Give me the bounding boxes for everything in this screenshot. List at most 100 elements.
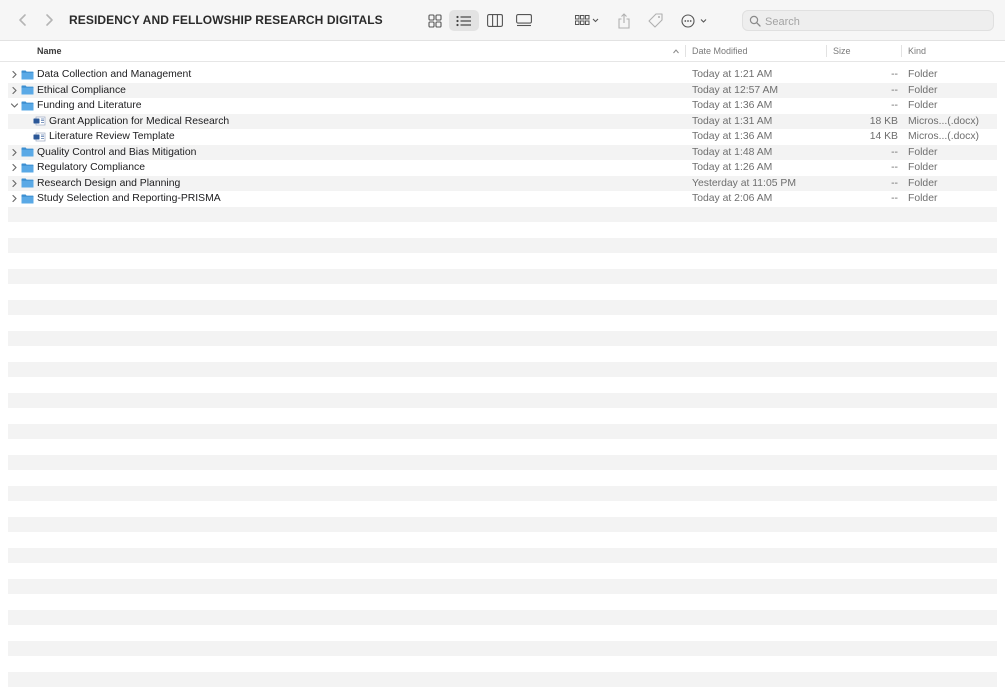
toolbar: RESIDENCY AND FELLOWSHIP RESEARCH DIGITA… bbox=[0, 0, 1005, 41]
column-view-button[interactable] bbox=[482, 10, 508, 31]
word-document-icon bbox=[33, 116, 46, 126]
empty-row bbox=[8, 671, 997, 687]
date-modified: Today at 12:57 AM bbox=[692, 84, 779, 96]
file-row[interactable]: Grant Application for Medical Research To… bbox=[8, 113, 997, 129]
file-size: -- bbox=[891, 193, 898, 204]
file-size: 14 KB bbox=[869, 131, 898, 142]
tag-button[interactable] bbox=[644, 10, 666, 31]
column-date-header[interactable]: Date Modified bbox=[692, 41, 748, 61]
folder-icon bbox=[21, 178, 34, 188]
search-icon bbox=[749, 15, 761, 27]
date-modified: Today at 1:36 AM bbox=[692, 100, 773, 111]
empty-row bbox=[8, 377, 997, 393]
window-title: RESIDENCY AND FELLOWSHIP RESEARCH DIGITA… bbox=[69, 13, 383, 27]
folder-icon bbox=[21, 70, 34, 79]
group-by-button[interactable] bbox=[571, 10, 603, 31]
disclosure-right-icon[interactable] bbox=[10, 148, 19, 157]
empty-row bbox=[8, 423, 997, 439]
folder-row[interactable]: Study Selection and Reporting-PRISMA Toda… bbox=[8, 191, 997, 207]
list-view-button[interactable] bbox=[449, 10, 479, 31]
column-view-icon bbox=[487, 14, 503, 27]
file-size: -- bbox=[891, 146, 898, 158]
empty-row bbox=[8, 206, 997, 222]
disclosure-right-icon[interactable] bbox=[10, 163, 19, 172]
empty-row bbox=[8, 485, 997, 501]
chevron-right-icon bbox=[46, 14, 53, 26]
file-row[interactable]: Literature Review Template Today at 1:36 … bbox=[8, 129, 997, 145]
file-kind: Folder bbox=[908, 193, 938, 204]
file-size: -- bbox=[891, 162, 898, 173]
column-kind-header[interactable]: Kind bbox=[908, 41, 926, 61]
disclosure-right-icon[interactable] bbox=[10, 70, 19, 79]
date-modified: Today at 1:26 AM bbox=[692, 162, 773, 173]
empty-row bbox=[8, 578, 997, 594]
file-size: -- bbox=[891, 84, 898, 96]
empty-row bbox=[8, 640, 997, 656]
disclosure-right-icon[interactable] bbox=[10, 194, 19, 203]
empty-row bbox=[8, 501, 997, 517]
file-name: Funding and Literature bbox=[37, 100, 142, 111]
disclosure-down-icon[interactable] bbox=[10, 101, 19, 110]
folder-row[interactable]: Quality Control and Bias Mitigation Today… bbox=[8, 144, 997, 160]
column-divider[interactable] bbox=[685, 45, 686, 57]
folder-icon bbox=[21, 101, 34, 110]
search-field[interactable] bbox=[742, 10, 994, 31]
file-name: Ethical Compliance bbox=[37, 84, 126, 96]
empty-row bbox=[8, 516, 997, 532]
folder-row[interactable]: Ethical Compliance Today at 12:57 AM -- Fol… bbox=[8, 82, 997, 98]
folder-row[interactable]: Data Collection and Management Today at 1… bbox=[8, 67, 997, 83]
file-kind: Micros...(.docx) bbox=[908, 131, 980, 142]
list-view-icon bbox=[456, 15, 471, 26]
empty-row bbox=[8, 315, 997, 331]
share-icon bbox=[618, 12, 630, 29]
column-divider[interactable] bbox=[826, 45, 827, 57]
date-modified: Today at 1:36 AM bbox=[692, 131, 773, 142]
disclosure-right-icon[interactable] bbox=[10, 86, 19, 95]
folder-row[interactable]: Funding and Literature Today at 1:36 AM --… bbox=[8, 98, 997, 114]
empty-row bbox=[8, 361, 997, 377]
forward-button[interactable] bbox=[40, 11, 58, 29]
file-list: Data Collection and Management Today at 1… bbox=[8, 67, 997, 687]
file-name: Literature Review Template bbox=[49, 131, 175, 142]
gallery-view-button[interactable] bbox=[511, 10, 537, 31]
empty-row bbox=[8, 268, 997, 284]
tag-icon bbox=[647, 13, 663, 28]
folder-row[interactable]: Regulatory Compliance Today at 1:26 AM -- F… bbox=[8, 160, 997, 176]
empty-row bbox=[8, 439, 997, 455]
column-size-header[interactable]: Size bbox=[833, 41, 851, 61]
column-header: Name Date Modified Size Kind bbox=[0, 41, 1005, 62]
empty-row bbox=[8, 284, 997, 300]
sort-ascending-icon bbox=[672, 41, 680, 61]
empty-row bbox=[8, 594, 997, 610]
grid-view-icon bbox=[428, 13, 442, 28]
date-modified: Today at 1:21 AM bbox=[692, 69, 773, 80]
folder-row[interactable]: Research Design and Planning Yesterday at… bbox=[8, 175, 997, 191]
more-actions-button[interactable] bbox=[678, 10, 710, 31]
empty-row bbox=[8, 532, 997, 548]
file-name: Grant Application for Medical Research bbox=[49, 115, 230, 127]
folder-icon bbox=[21, 147, 34, 157]
empty-row bbox=[8, 656, 997, 672]
date-modified: Yesterday at 11:05 PM bbox=[692, 177, 796, 189]
file-name: Data Collection and Management bbox=[37, 69, 192, 80]
column-name-header[interactable]: Name bbox=[37, 41, 62, 61]
back-button[interactable] bbox=[14, 11, 32, 29]
file-kind: Folder bbox=[908, 100, 938, 111]
folder-icon bbox=[21, 85, 34, 95]
file-size: -- bbox=[891, 69, 898, 80]
disclosure-right-icon[interactable] bbox=[10, 179, 19, 188]
group-icon bbox=[575, 14, 599, 25]
date-modified: Today at 1:31 AM bbox=[692, 115, 773, 127]
empty-row bbox=[8, 299, 997, 315]
word-document-icon bbox=[33, 132, 46, 141]
icon-view-button[interactable] bbox=[423, 10, 447, 31]
search-input[interactable] bbox=[763, 12, 987, 31]
more-actions-icon bbox=[681, 13, 707, 28]
column-divider[interactable] bbox=[901, 45, 902, 57]
share-button[interactable] bbox=[613, 10, 635, 31]
empty-row bbox=[8, 470, 997, 486]
chevron-left-icon bbox=[19, 14, 26, 26]
folder-icon bbox=[21, 194, 34, 203]
date-modified: Today at 2:06 AM bbox=[692, 193, 773, 204]
file-name: Research Design and Planning bbox=[37, 177, 181, 189]
